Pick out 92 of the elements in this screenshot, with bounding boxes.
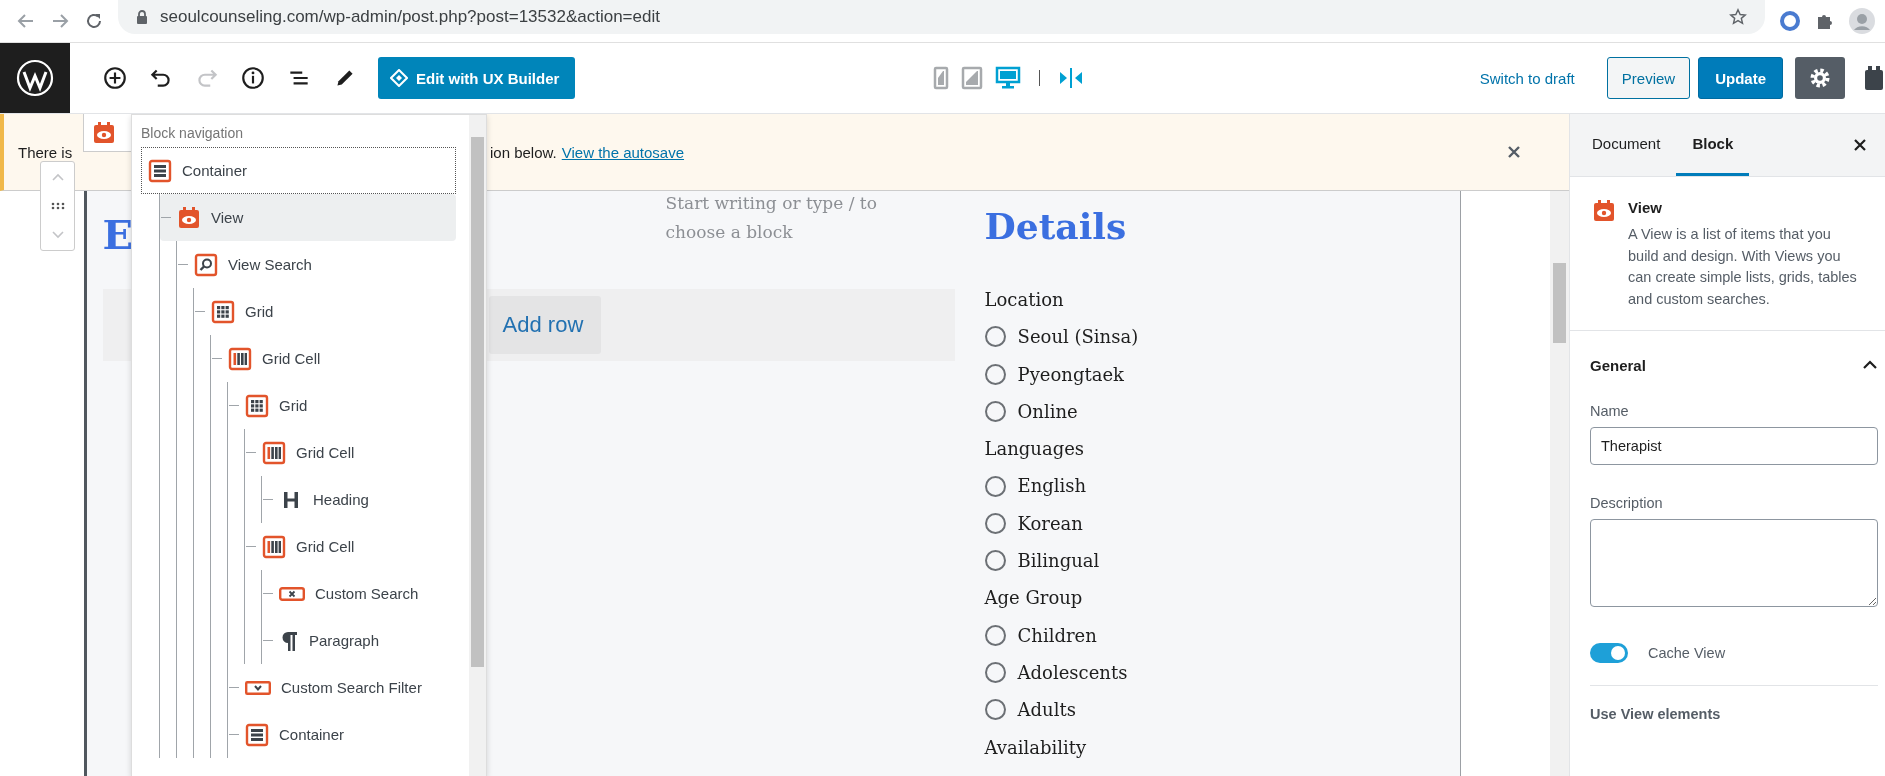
columns-block-icon [262,440,286,465]
avatar-icon[interactable] [1849,8,1875,34]
filter-label: Languages [984,437,1086,462]
settings-button[interactable] [1795,57,1845,99]
diamond-icon [390,69,408,87]
section-heading: Use View elements [1590,706,1722,722]
filter-label: Location [984,288,1065,312]
filter-label: Age Group [984,586,1084,611]
settings-icon [1808,66,1832,90]
add-row-button[interactable]: Add row [488,296,602,354]
scrollbar[interactable] [469,115,486,776]
option-label: English [1017,474,1087,499]
nav-item[interactable]: Custom Search Filter [228,664,456,711]
grid-block-icon [211,299,235,324]
radio-button[interactable] [984,326,1006,348]
option-label: Adults [1017,698,1076,723]
option-label: Bilingual [1017,549,1100,574]
radio-button[interactable] [984,550,1006,572]
plugin-icon[interactable] [1863,65,1885,91]
url-text: seoulcounseling.com/wp-admin/post.php?post=13532&action=edit [160,7,660,27]
add-icon[interactable] [102,65,128,91]
option-label: Children [1017,623,1097,648]
drag-handle-icon[interactable] [50,202,65,210]
notice-text: ion below. [490,143,557,161]
info-icon[interactable] [240,65,266,91]
autosave-link[interactable]: View the autosave [561,143,685,161]
scrollbar[interactable] [1550,191,1569,776]
option-label: Korean [1017,511,1083,536]
switch-to-draft-link[interactable]: Switch to draft [1473,68,1581,88]
radio-button[interactable] [984,363,1006,385]
nav-item[interactable]: Heading [262,476,456,523]
block-title: View [1628,199,1663,216]
nav-item[interactable]: Container [228,711,456,758]
option-label: Online [1017,399,1078,424]
rows-block-icon [245,722,269,747]
columns-block-icon [262,534,286,559]
wordpress-logo[interactable] [16,59,54,97]
field-label: Description [1590,495,1664,511]
update-button[interactable]: Update [1698,57,1783,99]
option-label: Adolescents [1017,660,1128,685]
rows-block-icon [148,158,172,183]
radio-button[interactable] [984,662,1006,684]
radio-button[interactable] [984,401,1006,423]
name-field[interactable]: Therapist [1590,427,1878,465]
details-heading: Details [984,205,1128,247]
description-field[interactable] [1590,519,1878,607]
nav-item[interactable]: Grid Cell [245,523,456,570]
search-block-icon [194,252,218,277]
chevron-icon [1862,360,1878,370]
nav-item[interactable]: Custom Search [262,570,456,617]
popover-title: Block navigation [141,125,244,141]
close-icon [1853,138,1867,152]
option-label: Seoul (Sinsa) [1017,325,1139,350]
ux-builder-button[interactable]: Edit with UX Builder [378,57,576,99]
eye-block-icon [92,120,116,145]
reload-icon[interactable] [84,11,104,31]
nav-item[interactable]: Paragraph [262,617,456,664]
columns-block-icon [228,346,252,371]
star-icon[interactable] [1729,8,1747,26]
notice-text: There is [18,143,74,161]
block-description: A View is a list of items that you build and design. With Views you can create simple lists, grids, tables and custom searches. [1628,225,1858,309]
radio-button[interactable] [984,512,1006,534]
option-label: Pyeongtaek [1017,362,1124,387]
radio-button[interactable] [984,624,1006,646]
nav-item[interactable]: View [160,194,456,241]
nav-item[interactable]: Grid Cell [211,335,456,382]
nav-item[interactable]: Grid [194,288,456,335]
lock-icon [136,9,148,25]
split-view-icon[interactable] [1058,66,1085,90]
toggle-switch[interactable] [1590,643,1628,663]
sidebar-tab[interactable]: Block [1676,114,1750,176]
filter-label: Availability [984,735,1088,760]
sidebar-tab[interactable]: Document [1576,114,1677,176]
nav-item[interactable]: Grid Cell [245,429,456,476]
radio-button[interactable] [984,699,1006,721]
preview-button[interactable]: Preview [1606,57,1691,99]
radio-button[interactable] [984,475,1006,497]
clear-block-icon [279,586,305,601]
address-bar[interactable]: seoulcounseling.com/wp-admin/post.php?post=13532&action=edit [118,0,1765,34]
eye-block-icon [177,205,201,230]
close-icon [1507,145,1521,159]
heading-text: E [102,211,134,258]
field-label: Name [1590,403,1630,419]
nav-item[interactable]: Grid [228,382,456,429]
toggle-label: Cache View [1648,645,1726,661]
eye-block-icon [1592,199,1616,223]
grid-block-icon [245,393,269,418]
dropdown-block-icon [245,680,271,695]
nav-item[interactable]: View Search [177,241,456,288]
panel-header[interactable]: General [1590,331,1878,399]
ring-icon[interactable] [1779,10,1801,32]
desktop-icon[interactable] [995,65,1022,91]
